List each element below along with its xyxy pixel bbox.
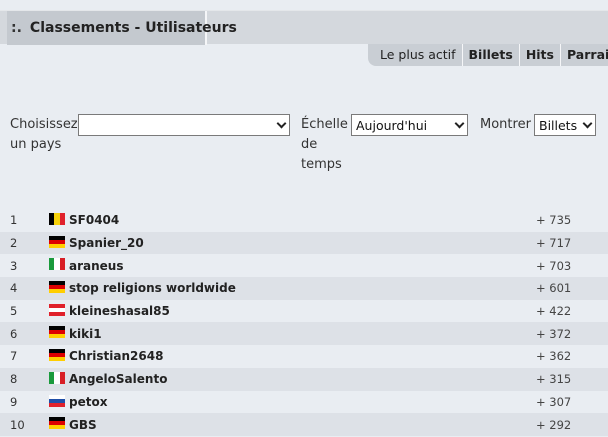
show-select-value: Billets	[539, 117, 578, 133]
show-select[interactable]: Billets	[534, 114, 596, 136]
score-value: + 292	[536, 417, 572, 432]
username-link[interactable]: stop religions worldwide	[69, 281, 236, 295]
germany-flag	[49, 326, 65, 339]
germany-flag	[49, 281, 65, 294]
country-label-line1: Choisissez	[10, 117, 78, 132]
country-select[interactable]	[78, 114, 290, 136]
germany-flag	[49, 349, 65, 362]
country-label-line2: un pays	[10, 137, 62, 152]
tab-le-plus-actif[interactable]: Le plus actif	[374, 44, 463, 66]
rank-number: 4	[10, 281, 18, 296]
slovenia-flag	[49, 394, 65, 407]
rank-number: 10	[10, 417, 25, 432]
rank-number: 9	[10, 394, 18, 409]
score-value: + 372	[536, 326, 572, 341]
score-value: + 717	[536, 236, 572, 251]
tab-parrains[interactable]: Parrains	[561, 44, 608, 66]
show-label: Montrer	[480, 117, 531, 132]
score-value: + 307	[536, 394, 572, 409]
title-bar: :. Classements - Utilisateurs	[0, 10, 608, 45]
page-title: Classements - Utilisateurs	[29, 20, 237, 36]
username-link[interactable]: araneus	[69, 259, 123, 273]
germany-flag	[49, 235, 65, 248]
rank-number: 7	[10, 349, 18, 364]
rank-number: 2	[10, 236, 18, 251]
rank-number: 6	[10, 326, 18, 341]
timescale-label-line2: de	[301, 137, 318, 152]
score-value: + 362	[536, 349, 572, 364]
score-value: + 735	[536, 213, 572, 228]
tab-hits[interactable]: Hits	[520, 44, 561, 66]
austria-flag	[49, 303, 65, 316]
rank-number: 5	[10, 304, 18, 319]
table-row: 5 kleineshasal85 + 422	[0, 300, 608, 323]
timescale-label: Échelle de temps	[301, 115, 348, 175]
title-prefix: :.	[11, 20, 22, 36]
table-row: 1 SF0404 + 735	[0, 209, 608, 232]
timescale-label-line1: Échelle	[301, 117, 348, 132]
score-value: + 703	[536, 258, 572, 273]
rank-number: 8	[10, 372, 18, 387]
timescale-select[interactable]: Aujourd'hui	[351, 114, 468, 136]
score-value: + 315	[536, 372, 572, 387]
table-row: 10 GBS + 292	[0, 413, 608, 436]
italy-flag	[49, 258, 65, 271]
table-row: 2 Spanier_20 + 717	[0, 231, 608, 255]
rank-number: 3	[10, 258, 18, 273]
page-title-block: :. Classements - Utilisateurs	[7, 11, 237, 45]
username-link[interactable]: kleineshasal85	[69, 304, 170, 318]
tab-billets[interactable]: Billets	[463, 44, 520, 66]
ranking-tabs: Le plus actif Billets Hits Parrains	[368, 44, 608, 66]
table-row: 6 kiki1 + 372	[0, 322, 608, 346]
username-link[interactable]: petox	[69, 395, 107, 409]
ranking-list: 1 SF0404 + 735 2 Spanier_20 + 717 3 araneus + 70…	[0, 209, 608, 436]
username-link[interactable]: AngeloSalento	[69, 372, 167, 386]
table-row: 3 araneus + 703	[0, 254, 608, 277]
chevron-down-icon	[276, 118, 287, 128]
country-label: Choisissez un pays	[10, 115, 78, 155]
score-value: + 422	[536, 304, 572, 319]
score-value: + 601	[536, 281, 572, 296]
username-link[interactable]: Spanier_20	[69, 236, 144, 250]
table-row: 8 AngeloSalento + 315	[0, 367, 608, 391]
username-link[interactable]: kiki1	[69, 327, 102, 341]
belgium-flag	[49, 213, 65, 225]
chevron-down-icon	[582, 118, 593, 128]
table-row: 9 petox + 307	[0, 391, 608, 414]
username-link[interactable]: SF0404	[69, 213, 119, 227]
germany-flag	[49, 417, 65, 430]
table-row: 4 stop religions worldwide + 601	[0, 277, 608, 300]
username-link[interactable]: GBS	[69, 418, 97, 432]
timescale-select-value: Aujourd'hui	[356, 117, 428, 133]
table-row: 7 Christian2648 + 362	[0, 345, 608, 368]
username-link[interactable]: Christian2648	[69, 349, 163, 363]
timescale-label-line3: temps	[301, 157, 342, 172]
italy-flag	[49, 371, 65, 384]
rank-number: 1	[10, 213, 18, 228]
chevron-down-icon	[454, 118, 465, 128]
